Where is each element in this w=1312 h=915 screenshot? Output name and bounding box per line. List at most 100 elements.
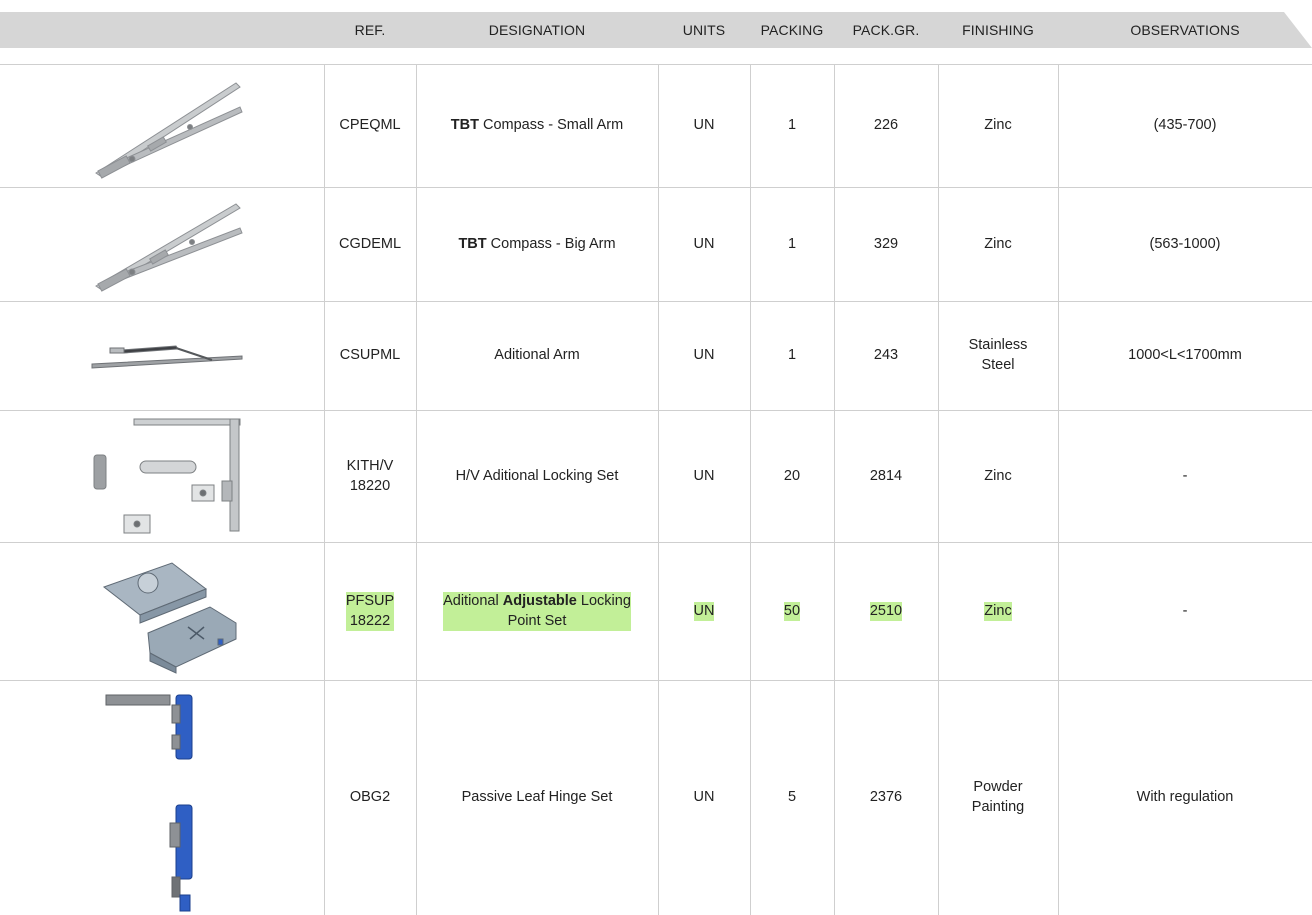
pack-gr-cell: 2376 — [834, 681, 938, 915]
designation-cell: Aditional Arm — [416, 302, 658, 410]
designation-text: Aditional Arm — [494, 346, 579, 366]
ref-cell: PFSUP 18222 — [324, 543, 416, 680]
packing-value: 1 — [787, 347, 797, 364]
finishing-value: Zinc — [984, 467, 1012, 484]
packing-value: 1 — [787, 117, 797, 134]
ref-code: CPEQML — [339, 117, 401, 134]
packing-value: 5 — [787, 789, 797, 806]
pack-gr-value: 2510 — [869, 601, 903, 622]
column-divider — [750, 64, 751, 915]
observations-cell: (563-1000) — [1058, 188, 1312, 301]
finishing-cell: Stainless Steel — [938, 302, 1058, 410]
compass-arm-small-icon — [0, 65, 324, 187]
column-divider — [834, 64, 835, 915]
ref-code: PFSUP 18222 — [345, 591, 395, 632]
units-value: UN — [693, 235, 715, 252]
units-cell: UN — [658, 302, 750, 410]
ref-code: CSUPML — [339, 347, 401, 364]
designation-text: TBT Compass - Small Arm — [451, 116, 623, 136]
table-row: KITH/V 18220 H/V Aditional Locking Set UN 20… — [0, 411, 1312, 543]
finishing-value: Zinc — [984, 601, 1012, 622]
packing-cell: 1 — [750, 65, 834, 187]
locking-point-set-icon — [0, 543, 324, 680]
pack-gr-value: 243 — [873, 347, 899, 364]
table-row: CPEQML TBT Compass - Small Arm UN 1 226 Zinc (… — [0, 65, 1312, 188]
observations-value: 1000<L<1700mm — [1128, 347, 1242, 364]
units-cell: UN — [658, 411, 750, 542]
observations-value: (435-700) — [1153, 117, 1217, 134]
column-divider — [1058, 64, 1059, 915]
header-finishing: FINISHING — [962, 22, 1034, 38]
pack-gr-cell: 243 — [834, 302, 938, 410]
packing-value: 50 — [783, 601, 801, 622]
observations-value: With regulation — [1136, 789, 1234, 806]
table-row: OBG2 Passive Leaf Hinge Set UN 5 2376 Powder P… — [0, 681, 1312, 915]
header-designation: DESIGNATION — [488, 22, 586, 38]
packing-cell: 20 — [750, 411, 834, 542]
units-cell: UN — [658, 681, 750, 915]
designation-run: Aditional — [443, 592, 503, 609]
observations-cell: - — [1058, 543, 1312, 680]
designation-run: Passive Leaf Hinge Set — [461, 789, 613, 806]
column-divider — [324, 64, 325, 915]
finishing-value: Powder Painting — [971, 779, 1025, 815]
locking-set-icon — [0, 411, 324, 542]
designation-cell: TBT Compass - Small Arm — [416, 65, 658, 187]
finishing-cell: Zinc — [938, 411, 1058, 542]
designation-bold-run: TBT — [458, 235, 487, 252]
designation-run: Point Set — [507, 612, 567, 629]
finishing-value: Zinc — [984, 235, 1012, 252]
product-table-page: REF. DESIGNATION UNITS PACKING PACK.GR. … — [0, 0, 1312, 915]
finishing-cell: Zinc — [938, 188, 1058, 301]
table-row: CGDEML TBT Compass - Big Arm UN 1 329 Zinc (56… — [0, 188, 1312, 302]
column-divider — [938, 64, 939, 915]
additional-arm-icon — [0, 302, 324, 410]
designation-run: Aditional Arm — [494, 347, 580, 364]
observations-value: - — [1182, 602, 1188, 619]
observations-cell: - — [1058, 411, 1312, 542]
table-row: PFSUP 18222 Aditional Adjustable Locking Po… — [0, 543, 1312, 681]
passive-leaf-hinge-icon — [0, 681, 324, 915]
header-pack-gr: PACK.GR. — [852, 22, 920, 38]
header-packing: PACKING — [760, 22, 824, 38]
header-units: UNITS — [682, 22, 726, 38]
units-cell: UN — [658, 188, 750, 301]
table-row: CSUPML Aditional Arm UN 1 243 Stainless Steel 1… — [0, 302, 1312, 411]
ref-cell: CSUPML — [324, 302, 416, 410]
designation-cell: TBT Compass - Big Arm — [416, 188, 658, 301]
designation-run: Locking — [576, 592, 631, 609]
pack-gr-value: 2814 — [869, 467, 903, 484]
pack-gr-value: 2376 — [869, 789, 903, 806]
units-value: UN — [693, 347, 715, 364]
column-divider — [658, 64, 659, 915]
ref-cell: OBG2 — [324, 681, 416, 915]
packing-cell: 50 — [750, 543, 834, 680]
packing-cell: 1 — [750, 188, 834, 301]
observations-cell: With regulation — [1058, 681, 1312, 915]
packing-value: 1 — [787, 235, 797, 252]
column-divider — [416, 64, 417, 915]
designation-text: TBT Compass - Big Arm — [458, 235, 615, 255]
packing-value: 20 — [783, 467, 801, 484]
designation-text: Passive Leaf Hinge Set — [462, 788, 613, 808]
header-ref: REF. — [354, 22, 386, 38]
ref-cell: CGDEML — [324, 188, 416, 301]
packing-cell: 5 — [750, 681, 834, 915]
units-cell: UN — [658, 543, 750, 680]
observations-cell: 1000<L<1700mm — [1058, 302, 1312, 410]
units-value: UN — [693, 789, 715, 806]
designation-bold-run: Adjustable — [502, 592, 577, 609]
ref-code: KITH/V 18220 — [346, 457, 394, 494]
ref-cell: CPEQML — [324, 65, 416, 187]
units-cell: UN — [658, 65, 750, 187]
designation-cell: H/V Aditional Locking Set — [416, 411, 658, 542]
units-value: UN — [693, 467, 715, 484]
designation-text: Aditional Adjustable Locking Point Set — [443, 591, 631, 632]
pack-gr-value: 329 — [873, 235, 899, 252]
pack-gr-cell: 329 — [834, 188, 938, 301]
designation-bold-run: TBT — [450, 117, 479, 134]
compass-arm-big-icon — [0, 188, 324, 301]
pack-gr-value: 226 — [873, 117, 899, 134]
designation-run: H/V Aditional Locking Set — [455, 467, 619, 484]
designation-run: Compass - Small Arm — [478, 117, 624, 134]
